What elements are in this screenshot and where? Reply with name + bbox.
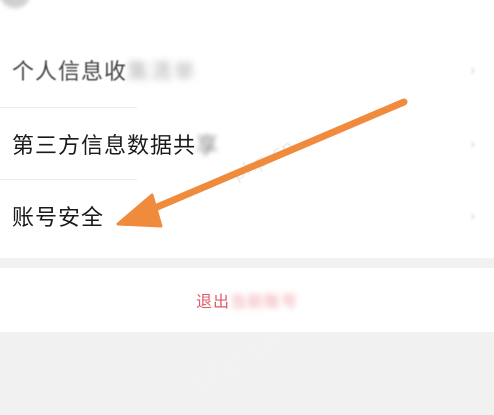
settings-item-personal-info-list[interactable]: 个人信息收集清单 › [0, 34, 494, 106]
settings-item-account-security[interactable]: 账号安全 › [0, 180, 494, 252]
watermark: php.cn [188, 324, 287, 396]
settings-list: 个人信息收集清单 › 第三方信息数据共享 › 账号安全 › [0, 0, 494, 258]
settings-screen: 个人信息收集清单 › 第三方信息数据共享 › 账号安全 › 退出当前账号 php… [0, 0, 494, 415]
logout-label: 退出当前账号 [195, 292, 299, 311]
previous-item-icon [0, 0, 30, 8]
chevron-right-icon: › [469, 134, 476, 154]
settings-item-label: 账号安全 [12, 206, 105, 231]
chevron-right-icon: › [469, 60, 476, 80]
logout-button[interactable]: 退出当前账号 [0, 268, 494, 332]
settings-item-label: 个人信息收集清单 [12, 60, 197, 85]
settings-item-third-party-sharing[interactable]: 第三方信息数据共享 › [0, 108, 494, 180]
chevron-right-icon: › [469, 206, 476, 226]
settings-item-label: 第三方信息数据共享 [12, 134, 220, 159]
